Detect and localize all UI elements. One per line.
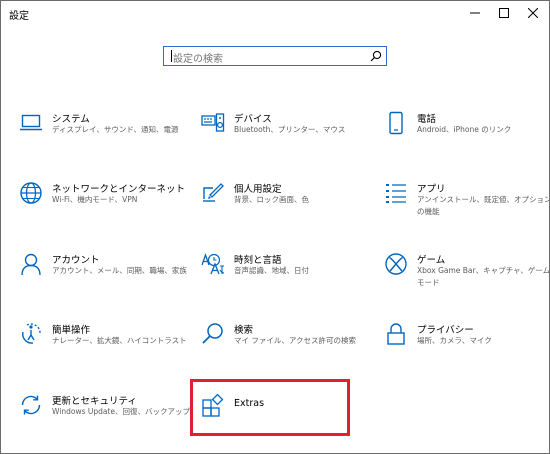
search-placeholder: 設定の検索 [173,54,223,65]
window-title: 設定 [9,11,29,22]
tile-description: 場所、カメラ、マイク [417,336,492,345]
tile-title: システム [52,114,90,125]
tile-phone[interactable]: 電話 Android、iPhone のリンク [384,111,549,169]
tile-title: 更新とセキュリティ [52,396,137,407]
tile-description: Xbox Game Bar、キャプチャ、ゲーム モード [417,266,550,287]
tile-update-security[interactable]: 更新とセキュリティ Windows Update、回復、バックアップ [19,393,191,451]
tile-description: ディスプレイ、サウンド、通知、電源 [52,125,179,134]
tile-title: プライバシー [417,325,474,336]
tile-ease-of-access[interactable]: 簡単操作 ナレーター、拡大鏡、ハイコントラスト [19,322,189,380]
tile-title: ネットワークとインターネット [52,184,186,195]
tile-personalization[interactable]: 個人用設定 背景、ロック画面、色 [201,181,371,239]
tile-description: 背景、ロック画面、色 [234,195,309,204]
tile-title: 個人用設定 [234,184,282,195]
tile-gaming[interactable]: ゲーム Xbox Game Bar、キャプチャ、ゲーム モード [384,252,550,310]
tile-title: アプリ [417,184,446,195]
ease-of-access-icon [19,322,43,346]
tile-time-language[interactable]: 時刻と言語 音声認識、地域、日付 [201,252,371,310]
tile-title: 検索 [234,325,254,336]
laptop-icon [19,111,43,135]
minimize-icon [470,12,480,14]
tile-description: 音声認識、地域、日付 [234,266,309,275]
lock-icon [384,322,408,346]
phone-icon [384,111,408,135]
tile-description: Wi-Fi、機内モード、VPN [52,195,138,204]
tile-description: Bluetooth、プリンター、マウス [234,125,346,134]
tile-title: デバイス [234,114,272,125]
apps-list-icon [384,181,408,205]
tile-search[interactable]: 検索 マイ ファイル、アクセス許可の検索 [201,322,371,380]
settings-window: 設定 設定の検索 システム ディスプレイ、サウンド、通知、電源 デバイス Blu… [0,0,550,454]
settings-search-box[interactable]: 設定の検索 [163,46,387,66]
tile-description: アカウント、メール、同期、職場、家族 [52,266,187,275]
search-icon[interactable] [370,50,382,62]
tile-description: マイ ファイル、アクセス許可の検索 [234,336,357,345]
text-caret [171,50,172,62]
tile-title: 電話 [417,114,437,125]
keyboard-speaker-icon [201,111,225,135]
tile-description: ナレーター、拡大鏡、ハイコントラスト [52,336,187,345]
tile-title: 簡単操作 [52,325,91,336]
tile-title: ゲーム [417,255,446,266]
maximize-icon [499,8,509,18]
person-icon [19,252,43,276]
xbox-icon [384,252,408,276]
highlight-box [190,379,350,436]
tile-title: 時刻と言語 [234,255,282,266]
tile-title: アカウント [52,255,100,266]
tile-system[interactable]: システム ディスプレイ、サウンド、通知、電源 [19,111,189,169]
globe-icon [19,181,43,205]
time-language-icon [201,252,225,276]
tile-devices[interactable]: デバイス Bluetooth、プリンター、マウス [201,111,371,169]
paint-brush-icon [201,181,225,205]
tile-privacy[interactable]: プライバシー 場所、カメラ、マイク [384,322,549,380]
tile-description: Windows Update、回復、バックアップ [52,407,191,416]
sync-icon [19,393,43,417]
tile-description: Android、iPhone のリンク [417,125,512,134]
tile-apps[interactable]: アプリ アンインストール、既定値、オプションの機能 [384,181,550,239]
search-magnifier-icon [201,322,225,346]
close-icon [528,8,538,18]
tile-description: アンインストール、既定値、オプションの機能 [417,195,550,216]
tile-network[interactable]: ネットワークとインターネット Wi-Fi、機内モード、VPN [19,181,189,239]
close-button[interactable] [515,1,549,25]
title-bar: 設定 [1,1,549,25]
tile-accounts[interactable]: アカウント アカウント、メール、同期、職場、家族 [19,252,189,310]
